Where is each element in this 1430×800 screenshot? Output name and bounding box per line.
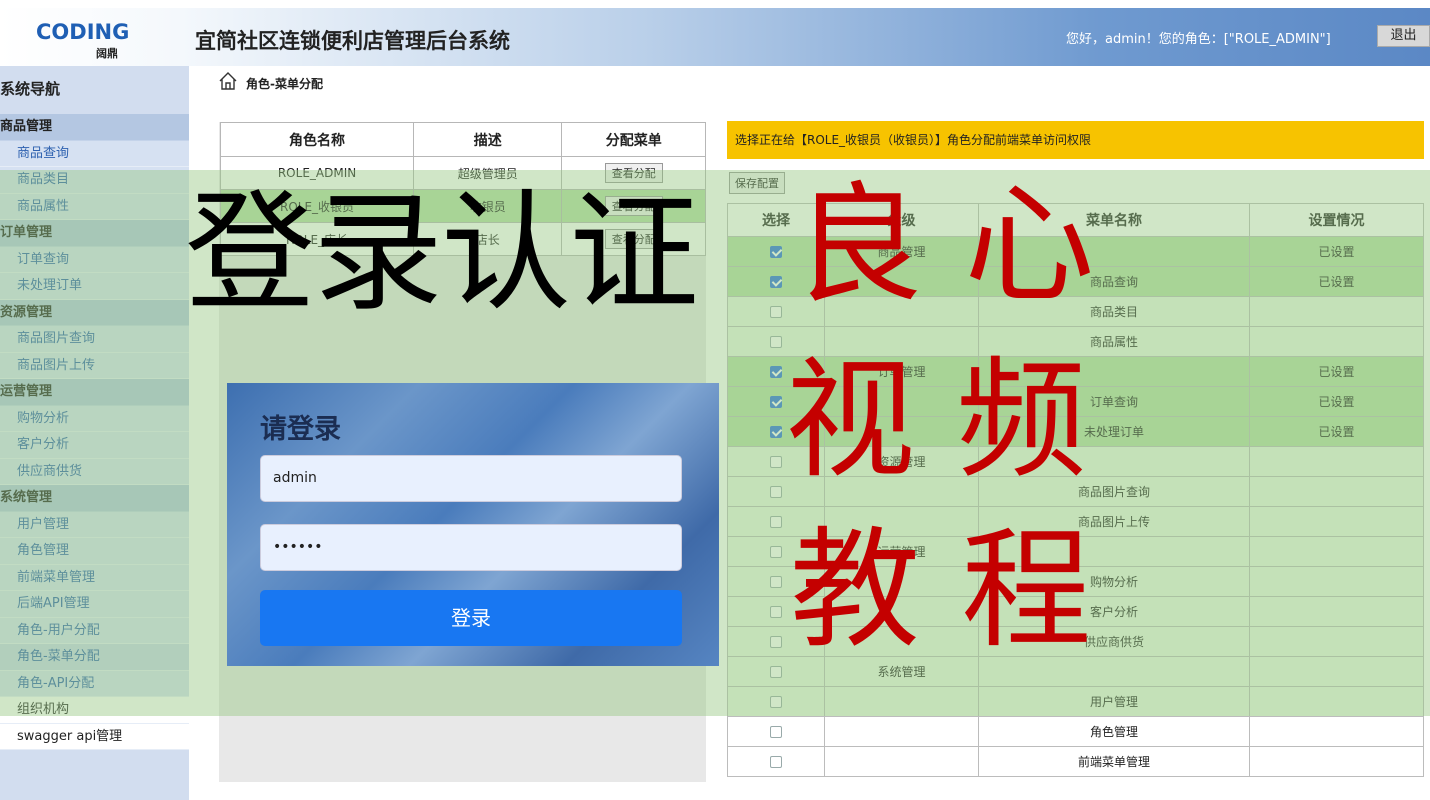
login-card: 请登录 admin •••••• 登录 <box>227 383 719 666</box>
breadcrumb: 角色-菜单分配 <box>218 72 323 94</box>
coding-logo: CODING 阔鼎 <box>32 16 142 60</box>
password-input[interactable]: •••••• <box>260 524 682 571</box>
sidebar-item[interactable]: swagger api管理 <box>0 723 189 750</box>
menu-name-cell: 前端菜单管理 <box>978 746 1250 777</box>
overlay-text-red-1: 良 心 <box>793 169 1095 321</box>
menu-row: 角色管理 <box>727 716 1424 747</box>
overlay-text-red-2: 视 频 <box>785 344 1087 496</box>
parent-cell <box>824 716 979 747</box>
logo-text: CODING <box>36 20 130 44</box>
assign-notice: 选择正在给【ROLE_收银员（收银员）】角色分配前端菜单访问权限 <box>727 121 1424 159</box>
overlay-text-black: 登录认证 <box>185 177 699 329</box>
login-button[interactable]: 登录 <box>260 590 682 646</box>
sidebar-item[interactable]: 商品查询 <box>0 140 189 167</box>
top-header: CODING 阔鼎 宜简社区连锁便利店管理后台系统 您好，admin！您的角色：… <box>0 8 1430 66</box>
menu-checkbox[interactable] <box>770 726 782 738</box>
select-cell <box>727 716 825 747</box>
home-icon[interactable] <box>218 71 238 95</box>
login-title: 请登录 <box>260 414 341 445</box>
sidebar-group[interactable]: 商品管理 <box>0 114 189 141</box>
logout-button[interactable]: 退出 <box>1377 25 1430 47</box>
menu-row: 前端菜单管理 <box>727 746 1424 777</box>
parent-cell <box>824 746 979 777</box>
col-role-name: 角色名称 <box>219 122 415 157</box>
breadcrumb-current: 角色-菜单分配 <box>246 76 323 91</box>
status-cell <box>1249 746 1424 777</box>
overlay-text-red-3: 教 程 <box>790 514 1092 666</box>
user-info: 您好，admin！您的角色：["ROLE_ADMIN"] <box>1066 32 1331 47</box>
select-cell <box>727 746 825 777</box>
col-desc: 描述 <box>413 122 563 157</box>
sidebar-title: 系统导航 <box>0 80 61 98</box>
status-cell <box>1249 716 1424 747</box>
menu-checkbox[interactable] <box>770 756 782 768</box>
col-assign: 分配菜单 <box>561 122 706 157</box>
menu-name-cell: 角色管理 <box>978 716 1250 747</box>
logo-subtext: 阔鼎 <box>96 47 118 60</box>
username-input[interactable]: admin <box>260 455 682 502</box>
system-title: 宜简社区连锁便利店管理后台系统 <box>195 29 510 53</box>
